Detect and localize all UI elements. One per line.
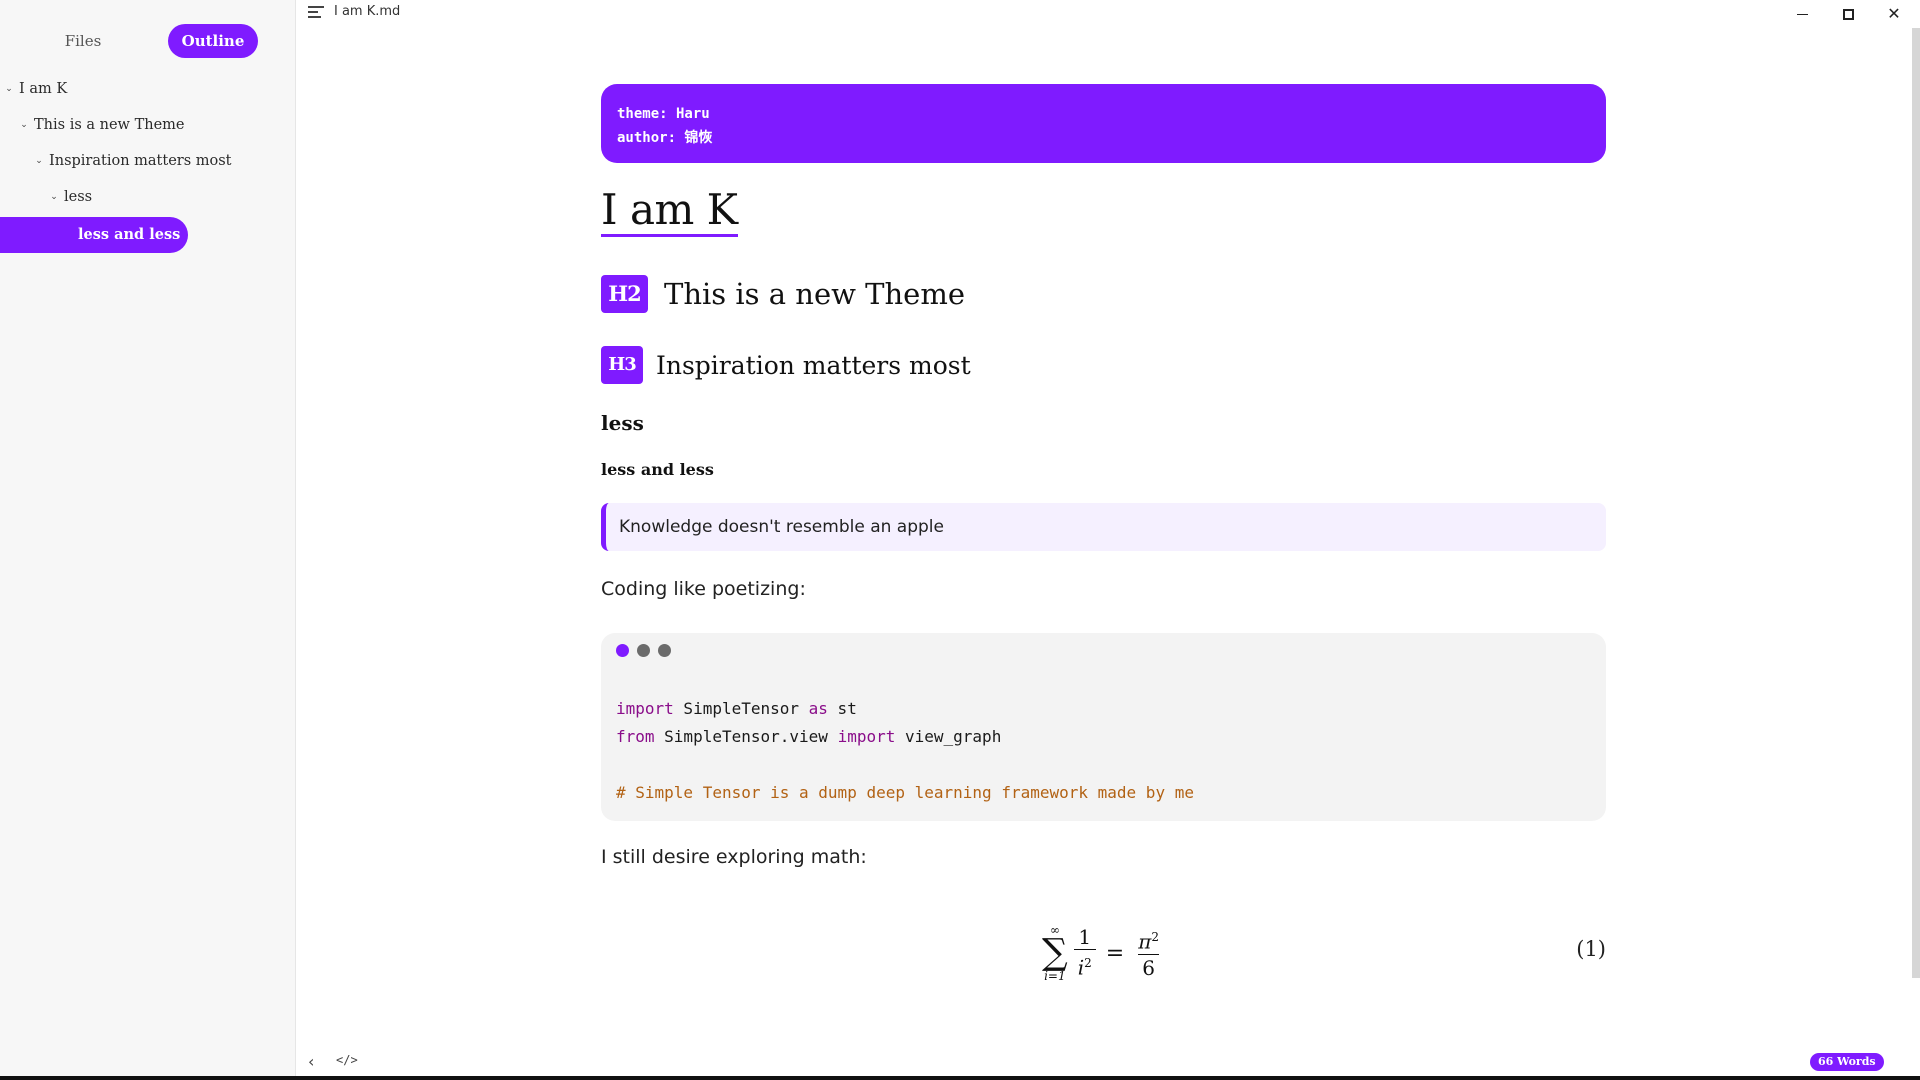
math-exponent: 2 [1084,956,1092,971]
sum-symbol: ∑ [1042,932,1068,973]
chevron-down-icon[interactable]: ⌄ [3,75,15,103]
close-button[interactable]: ✕ [1871,0,1917,28]
outline-item-label: This is a new Theme [34,117,185,133]
h1-wrapper: I am K [601,187,1606,237]
paragraph[interactable]: Coding like poetizing: [601,575,1606,603]
title-bar: I am K.md ✕ [297,0,1920,26]
fraction-numerator: π2 [1134,925,1163,954]
code-block[interactable]: import SimpleTensor as st from SimpleTen… [601,633,1606,821]
source-code-icon[interactable]: </> [336,1053,358,1067]
fraction-lhs: 1 i2 [1073,925,1096,981]
editor-content: theme: Haru author: 锦恢 I am K H2 This is… [601,84,1606,1003]
outline-item-label: Inspiration matters most [49,153,232,169]
window-bottom-edge [0,1076,1920,1080]
close-icon: ✕ [1887,4,1901,23]
dot-icon [616,644,629,657]
h3-badge: H3 [601,346,643,384]
code-line: import SimpleTensor as st [616,695,1591,723]
code-text: SimpleTensor.view [654,727,838,746]
minimize-button[interactable] [1779,0,1825,28]
outline-item-less[interactable]: ⌄ less [0,183,296,219]
sidebar: Files Outline ⌄ I am K ⌄ This is a new The… [0,0,296,1076]
equation-number: (1) [1576,937,1606,961]
maximize-icon [1842,9,1854,20]
h2-badge: H2 [601,275,648,313]
maximize-button[interactable] [1825,0,1871,28]
heading-1[interactable]: I am K [601,187,738,237]
heading-5[interactable]: less and less [601,459,1606,481]
fraction-denominator: i2 [1073,949,1096,981]
outline-item-i-am-k[interactable]: ⌄ I am K [0,75,296,111]
tab-files[interactable]: Files [46,24,120,58]
front-matter-block[interactable]: theme: Haru author: 锦恢 [601,84,1606,163]
summation: ∞ ∑ i=1 [1042,924,1068,982]
outline-item-label: I am K [19,81,68,97]
heading-4[interactable]: less [601,411,1606,435]
code-keyword: import [616,699,674,718]
code-text: st [827,699,857,718]
fraction-denominator: 6 [1138,953,1159,981]
chevron-left-icon[interactable]: ‹ [308,1052,314,1071]
dot-icon [658,644,671,657]
code-keyword: import [837,727,896,746]
code-text: view_graph [895,727,1002,746]
outline-item-inspiration[interactable]: ⌄ Inspiration matters most [0,147,296,183]
code-keyword: as [808,699,828,718]
outline-tree: ⌄ I am K ⌄ This is a new Theme ⌄ Inspiratio… [0,75,296,253]
paragraph[interactable]: I still desire exploring math: [601,843,1606,871]
sum-lower: i=1 [1044,969,1066,983]
code-lines: import SimpleTensor as st from SimpleTen… [616,695,1591,807]
math-formula: ∞ ∑ i=1 1 i2 = π2 6 [1042,913,1169,993]
vertical-scrollbar[interactable] [1912,28,1920,978]
fraction-rhs: π2 6 [1134,925,1163,981]
word-count-badge[interactable]: 66 Words [1810,1053,1884,1071]
code-line: from SimpleTensor.view import view_graph [616,723,1591,751]
equals-sign: = [1105,940,1125,966]
fraction-numerator: 1 [1078,925,1092,950]
status-bar: ‹ </> 66 Words [297,1048,1920,1076]
window-dots [616,644,1591,663]
heading-3[interactable]: Inspiration matters most [656,351,971,380]
chevron-down-icon[interactable]: ⌄ [48,183,60,211]
math-exponent: 2 [1151,930,1159,945]
math-block[interactable]: ∞ ∑ i=1 1 i2 = π2 6 (1) [601,913,1606,1003]
outline-item-label: less [64,189,93,205]
outline-item-less-and-less-active[interactable]: less and less [0,217,188,253]
heading-2[interactable]: This is a new Theme [664,277,965,311]
front-matter-line: author: 锦恢 [617,130,713,146]
heading-3-row: H3 Inspiration matters most [601,346,1606,384]
minimize-icon [1796,14,1808,15]
blockquote[interactable]: Knowledge doesn't resemble an apple [601,503,1606,551]
sidebar-tabs: Files Outline [0,24,296,58]
code-comment: # Simple Tensor is a dump deep learning … [616,783,1194,802]
code-text: SimpleTensor [673,699,809,718]
document-title: I am K.md [334,4,401,19]
code-keyword: from [616,727,655,746]
dot-icon [637,644,650,657]
chevron-down-icon[interactable]: ⌄ [18,111,30,139]
outline-item-new-theme[interactable]: ⌄ This is a new Theme [0,111,296,147]
chevron-down-icon[interactable]: ⌄ [33,147,45,175]
heading-2-row: H2 This is a new Theme [601,275,1606,313]
front-matter-line: theme: Haru [617,106,710,122]
math-var: π [1138,929,1152,954]
tab-outline[interactable]: Outline [168,24,258,58]
menu-icon[interactable] [308,6,324,20]
